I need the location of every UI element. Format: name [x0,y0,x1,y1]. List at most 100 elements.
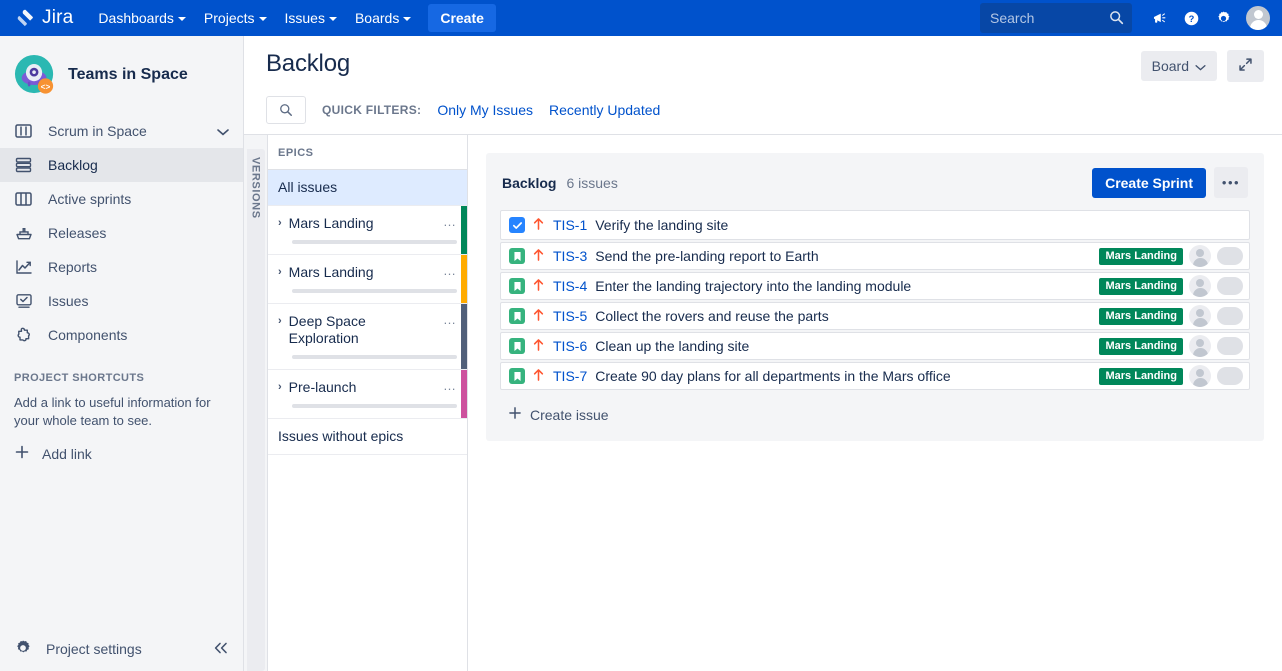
profile-avatar[interactable] [1246,6,1270,30]
sidebar-item-reports[interactable]: Reports [0,250,243,284]
issue-key[interactable]: TIS-4 [553,278,587,294]
project-shortcuts-section: PROJECT SHORTCUTS Add a link to useful i… [0,352,243,463]
estimate-badge[interactable] [1217,307,1243,325]
settings-button[interactable] [1208,3,1238,33]
epic-item-row: › Deep Space Exploration … [278,313,457,347]
epic-more-button[interactable]: … [443,264,457,278]
megaphone-icon [1151,10,1168,27]
chevron-right-icon[interactable]: › [278,215,282,232]
nav-item-issues[interactable]: Issues [276,4,346,32]
epic-more-button[interactable]: … [443,215,457,229]
estimate-badge[interactable] [1217,247,1243,265]
issue-row[interactable]: TIS-1 Verify the landing site [500,210,1250,240]
epic-lozenge[interactable]: Mars Landing [1099,248,1183,265]
create-issue-button[interactable]: Create issue [500,392,1250,423]
epic-more-button[interactable]: … [443,313,457,327]
help-button[interactable]: ? [1176,3,1206,33]
project-settings-row[interactable]: Project settings [0,627,243,671]
epic-color-stripe [461,255,467,303]
assignee-avatar[interactable] [1189,335,1211,357]
story-bookmark-icon[interactable] [509,248,525,264]
issue-summary: Verify the landing site [595,217,728,233]
epic-item[interactable]: › Mars Landing … [268,255,467,304]
sidebar-item-backlog[interactable]: Backlog [0,148,243,182]
epic-item-issues-without-epics[interactable]: Issues without epics [268,419,467,455]
assignee-avatar[interactable] [1189,275,1211,297]
issue-key[interactable]: TIS-6 [553,338,587,354]
collapse-sidebar-button[interactable] [213,641,229,658]
backlog-card: Backlog 6 issues Create Sprint ••• [486,153,1264,441]
epic-item[interactable]: › Deep Space Exploration … [268,304,467,370]
issue-row[interactable]: TIS-5 Collect the rovers and reuse the p… [500,302,1250,330]
backlog-more-button[interactable]: ••• [1214,167,1248,198]
nav-item-projects[interactable]: Projects [195,4,276,32]
story-bookmark-icon[interactable] [509,368,525,384]
epic-item[interactable]: › Mars Landing … [268,206,467,255]
estimate-badge[interactable] [1217,277,1243,295]
estimate-badge[interactable] [1217,367,1243,385]
nav-item-dashboards[interactable]: Dashboards [89,4,195,32]
announcements-button[interactable] [1144,3,1174,33]
jira-logo[interactable]: Jira [12,7,73,29]
chevron-right-icon[interactable]: › [278,264,282,281]
epic-item[interactable]: › Pre-launch … [268,370,467,419]
create-button[interactable]: Create [428,4,496,32]
sidebar-item-issues[interactable]: Issues [0,284,243,318]
create-sprint-button[interactable]: Create Sprint [1092,168,1206,198]
teams-in-space-logo-icon: <> [14,54,56,96]
epic-lozenge[interactable]: Mars Landing [1099,368,1183,385]
main-content: Backlog Board [244,36,1282,671]
add-link-button[interactable]: Add link [14,444,229,463]
assignee-avatar[interactable] [1189,245,1211,267]
chevron-right-icon[interactable]: › [278,313,282,330]
nav-item-label: Projects [204,10,255,26]
issue-row[interactable]: TIS-4 Enter the landing trajectory into … [500,272,1250,300]
epic-lozenge[interactable]: Mars Landing [1099,308,1183,325]
versions-tab[interactable]: VERSIONS [247,149,265,671]
epic-more-button[interactable]: … [443,379,457,393]
quick-filter-recently-updated[interactable]: Recently Updated [549,102,660,118]
assignee-avatar[interactable] [1189,305,1211,327]
fullscreen-button[interactable] [1227,50,1264,82]
sidebar-board-selector[interactable]: Scrum in Space [0,114,243,148]
nav-item-boards[interactable]: Boards [346,4,420,32]
epics-panel: EPICS All issues › Mars Landing … [268,135,468,671]
project-name: Teams in Space [68,66,188,84]
chevron-down-icon [329,17,337,21]
issue-row[interactable]: TIS-3 Send the pre-landing report to Ear… [500,242,1250,270]
sidebar-item-releases[interactable]: Releases [0,216,243,250]
assignee-avatar[interactable] [1189,365,1211,387]
estimate-badge[interactable] [1217,337,1243,355]
header-actions: Board [1141,50,1264,82]
issue-row[interactable]: TIS-6 Clean up the landing site Mars Lan… [500,332,1250,360]
global-search-box[interactable] [980,3,1132,33]
board-selector-button[interactable]: Board [1141,51,1217,81]
epic-item-all-issues[interactable]: All issues [268,170,467,206]
epic-lozenge[interactable]: Mars Landing [1099,338,1183,355]
sidebar-nav-list: Scrum in Space Backlog [0,110,243,352]
sidebar-item-label: Backlog [48,157,98,173]
issue-key[interactable]: TIS-7 [553,368,587,384]
issue-key[interactable]: TIS-1 [553,217,587,233]
backlog-search-button[interactable] [266,96,306,124]
epic-lozenge[interactable]: Mars Landing [1099,278,1183,295]
chevron-right-icon[interactable]: › [278,379,282,396]
epic-item-row: › Mars Landing … [278,215,457,232]
story-bookmark-icon[interactable] [509,278,525,294]
issue-key[interactable]: TIS-5 [553,308,587,324]
backlog-scroll-area[interactable]: Backlog 6 issues Create Sprint ••• [468,135,1282,671]
issue-row[interactable]: TIS-7 Create 90 day plans for all depart… [500,362,1250,390]
story-bookmark-icon[interactable] [509,308,525,324]
search-input[interactable] [990,10,1122,26]
quick-filter-only-my-issues[interactable]: Only My Issues [437,102,533,118]
task-check-icon[interactable] [509,217,525,233]
story-bookmark-icon[interactable] [509,338,525,354]
backlog-issue-count: 6 issues [566,175,617,191]
issues-icon [14,291,34,311]
sidebar-item-label: Active sprints [48,191,131,207]
nav-item-label: Issues [285,10,325,26]
issue-key[interactable]: TIS-3 [553,248,587,264]
project-header[interactable]: <> Teams in Space [0,36,243,110]
sidebar-item-components[interactable]: Components [0,318,243,352]
sidebar-item-active-sprints[interactable]: Active sprints [0,182,243,216]
